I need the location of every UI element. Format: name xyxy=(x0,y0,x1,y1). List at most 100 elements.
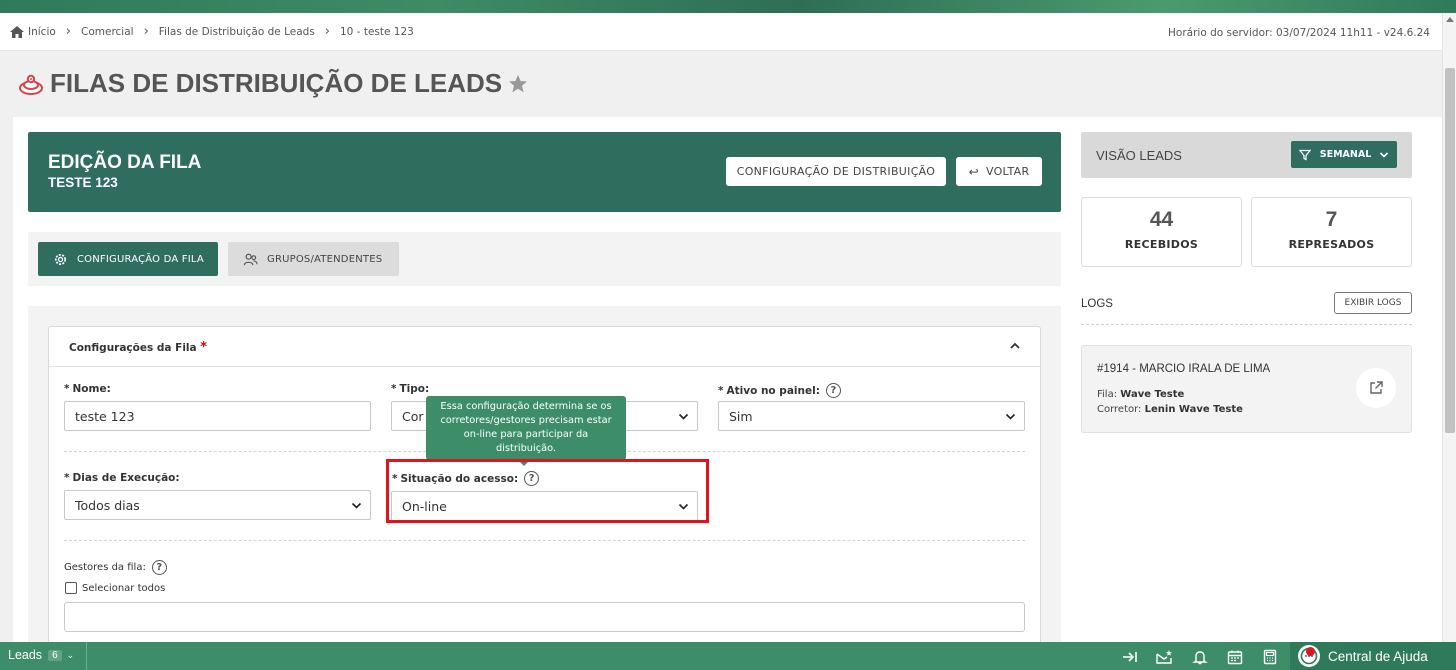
dias-label: * Dias de Execução: xyxy=(64,472,180,484)
log-entry-title: #1914 - MARCIO IRALA DE LIMA xyxy=(1097,363,1271,375)
ativo-label: * Ativo no painel:? xyxy=(718,383,841,398)
card-title-text: Configurações da Fila xyxy=(69,342,197,354)
back-arrow-icon: ↩ xyxy=(968,164,979,179)
highlight-annotation xyxy=(386,459,709,523)
breadcrumb-item-current: 10 - teste 123 xyxy=(340,25,414,38)
tab-groups[interactable]: GRUPOS/ATENDENTES xyxy=(228,242,399,276)
collapse-right-icon[interactable] xyxy=(1122,649,1138,665)
edit-header: EDIÇÃO DA FILA TESTE 123 CONFIGURAÇÃO DE… xyxy=(28,132,1061,212)
nome-label: * Nome: xyxy=(64,383,111,395)
stat-held: 7 REPRESADOS xyxy=(1251,197,1412,267)
gestores-label-text: Gestores da fila: xyxy=(64,562,146,573)
gear-icon xyxy=(54,253,67,265)
log-entry-card: #1914 - MARCIO IRALA DE LIMA Fila: Wave … xyxy=(1081,345,1412,433)
page-header: FILAS DE DISTRIBUIÇÃO DE LEADS xyxy=(18,68,528,99)
chat-icon xyxy=(1298,645,1320,667)
nome-input[interactable]: teste 123 xyxy=(64,401,371,431)
edit-subtitle: TESTE 123 xyxy=(48,175,118,190)
back-label: VOLTAR xyxy=(985,165,1030,178)
visao-leads-title: VISÃO LEADS xyxy=(1096,148,1182,163)
divider xyxy=(64,540,1025,541)
visao-leads-header: VISÃO LEADS SEMANAL xyxy=(1081,132,1412,178)
leads-label: Leads xyxy=(8,648,43,662)
tab-queue-config-label: CONFIGURAÇÃO DA FILA xyxy=(77,253,204,265)
notification-dot xyxy=(1306,647,1315,656)
tab-groups-label: GRUPOS/ATENDENTES xyxy=(267,253,383,265)
leads-menu[interactable]: Leads 6 ⌄ xyxy=(8,648,74,662)
chevron-down-icon xyxy=(678,413,689,420)
required-marker: * xyxy=(200,340,208,355)
open-log-button[interactable] xyxy=(1356,368,1396,408)
ativo-required-marker: * xyxy=(718,384,724,397)
calculator-icon[interactable] xyxy=(1262,649,1278,665)
top-stripe xyxy=(0,0,1456,13)
log-entry-corretor: Corretor: Lenin Wave Teste xyxy=(1097,404,1243,415)
nome-required-marker: * xyxy=(64,383,70,395)
favorite-star-icon[interactable] xyxy=(508,74,528,94)
logs-label: LOGS xyxy=(1081,298,1113,310)
tipo-required-marker: * xyxy=(391,383,397,395)
ativo-label-text: Ativo no painel: xyxy=(726,384,820,397)
log-entry-fila: Fila: Wave Teste xyxy=(1097,389,1184,400)
home-icon[interactable] xyxy=(10,25,24,38)
period-label: SEMANAL xyxy=(1319,149,1372,160)
calendar-icon[interactable] xyxy=(1227,649,1243,665)
stat-received-value: 44 xyxy=(1149,208,1174,231)
filter-icon xyxy=(1298,149,1311,160)
users-icon xyxy=(243,253,258,265)
fila-value: Wave Teste xyxy=(1120,389,1185,400)
fila-label: Fila: xyxy=(1097,389,1118,400)
chevron-down-icon xyxy=(1380,151,1389,158)
corretor-value: Lenin Wave Teste xyxy=(1144,404,1243,415)
tab-queue-config[interactable]: CONFIGURAÇÃO DA FILA xyxy=(38,242,218,276)
dias-select-value: Todos dias xyxy=(75,497,140,513)
breadcrumb-separator-icon: › xyxy=(65,24,71,39)
stat-held-label: REPRESADOS xyxy=(1288,238,1375,251)
mail-star-icon[interactable] xyxy=(1156,649,1172,665)
edit-title: EDIÇÃO DA FILA xyxy=(48,152,202,173)
bell-icon[interactable] xyxy=(1192,649,1208,665)
back-button[interactable]: ↩ VOLTAR xyxy=(956,157,1042,186)
ativo-select[interactable]: Sim xyxy=(718,401,1025,431)
situacao-help-tooltip: Essa configuração determina se os corret… xyxy=(426,396,626,466)
help-center-label: Central de Ajuda xyxy=(1328,648,1428,664)
stat-received-label: RECEBIDOS xyxy=(1124,238,1199,251)
period-dropdown-button[interactable]: SEMANAL xyxy=(1291,141,1397,168)
scrollbar-thumb[interactable] xyxy=(1445,68,1455,433)
select-all-label: Selecionar todos xyxy=(82,582,166,594)
tipo-select-value: Cor xyxy=(402,408,424,424)
help-center-button[interactable]: Central de Ajuda xyxy=(1290,642,1456,670)
scroll-up-icon[interactable] xyxy=(1446,17,1454,22)
distribution-config-button[interactable]: CONFIGURAÇÃO DE DISTRIBUIÇÃO xyxy=(726,157,946,186)
dias-required-marker: * xyxy=(64,472,70,484)
select-all-checkbox[interactable] xyxy=(65,582,77,594)
gestores-multiselect[interactable] xyxy=(64,602,1025,632)
breadcrumb-item-filas[interactable]: Filas de Distribuição de Leads xyxy=(159,26,315,38)
external-link-icon xyxy=(1370,381,1383,394)
stat-received: 44 RECEBIDOS xyxy=(1081,197,1242,267)
chevron-up-icon[interactable] xyxy=(1008,339,1022,353)
select-all-option[interactable]: Selecionar todos xyxy=(65,582,165,594)
tabs-bar: CONFIGURAÇÃO DA FILA GRUPOS/ATENDENTES xyxy=(28,232,1061,286)
breadcrumb-separator-icon: › xyxy=(324,24,330,39)
tipo-label-text: Tipo: xyxy=(399,383,430,395)
queue-icon xyxy=(19,74,43,95)
stat-held-value: 7 xyxy=(1325,208,1338,231)
nome-label-text: Nome: xyxy=(72,383,111,395)
ativo-select-value: Sim xyxy=(729,408,753,424)
help-icon[interactable]: ? xyxy=(825,383,841,398)
card-header[interactable]: Configurações da Fila * xyxy=(49,327,1040,367)
gestores-label: Gestores da fila:? xyxy=(64,560,167,575)
show-logs-button[interactable]: EXIBIR LOGS xyxy=(1334,292,1412,314)
distribution-config-label: CONFIGURAÇÃO DE DISTRIBUIÇÃO xyxy=(736,165,936,178)
leads-count-badge: 6 xyxy=(48,649,62,661)
chevron-down-icon: ⌄ xyxy=(66,649,75,660)
corretor-label: Corretor: xyxy=(1097,404,1142,415)
page-title: FILAS DE DISTRIBUIÇÃO DE LEADS xyxy=(50,68,503,98)
breadcrumb-item-inicio[interactable]: Início xyxy=(28,26,56,38)
breadcrumb-item-comercial[interactable]: Comercial xyxy=(81,26,134,38)
divider xyxy=(86,642,87,670)
help-icon[interactable]: ? xyxy=(151,560,167,575)
dias-select[interactable]: Todos dias xyxy=(64,490,371,520)
page-scrollbar[interactable] xyxy=(1442,13,1456,642)
